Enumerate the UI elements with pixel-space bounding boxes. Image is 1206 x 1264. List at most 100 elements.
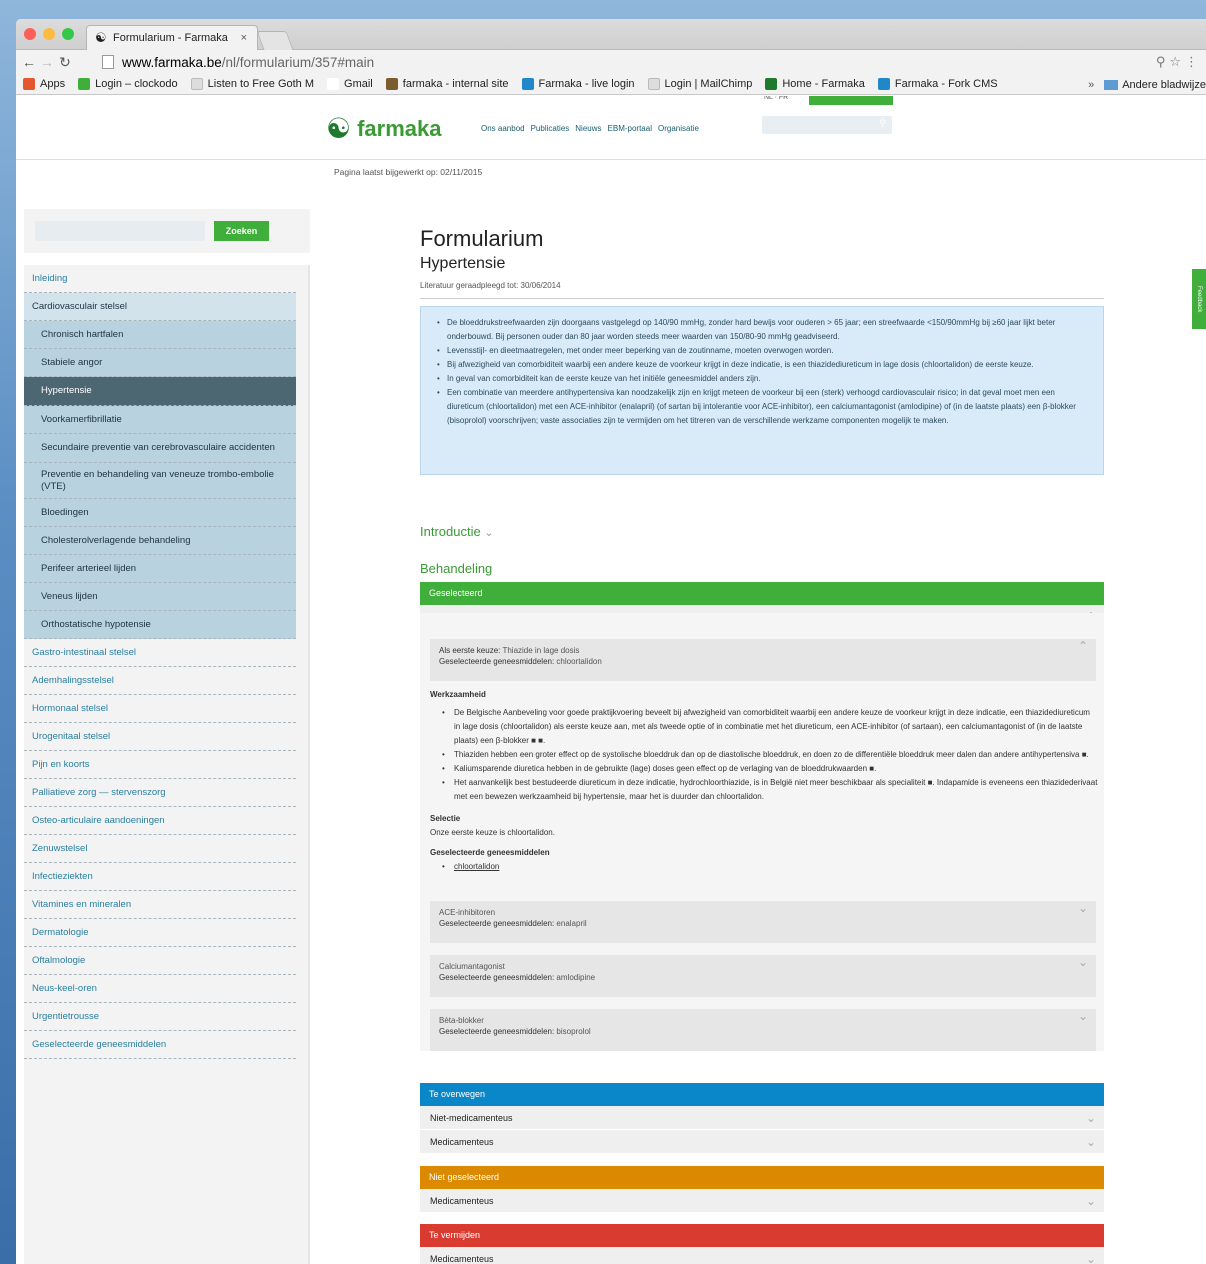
sidebar-item-label: Veneus lijden: [41, 590, 98, 602]
sidebar-item[interactable]: Bloedingen: [24, 499, 296, 527]
address-bar[interactable]: www.farmaka.be/nl/formularium/357#main ⚲…: [102, 52, 1206, 72]
tab-strip: ☯ Formularium - Farmaka ×: [16, 19, 1206, 50]
bookmark-item[interactable]: Apps: [23, 78, 65, 90]
option-box[interactable]: Bèta-blokker Geselecteerde geneesmiddelen…: [430, 1009, 1096, 1051]
sidebar-item[interactable]: Geselecteerde geneesmiddelen: [24, 1031, 296, 1059]
option-box[interactable]: Calciumantagonist Geselecteerde geneesmid…: [430, 955, 1096, 997]
more-bookmarks[interactable]: »: [1088, 79, 1094, 91]
bookmark-label: Login – clockodo: [95, 78, 178, 90]
sidebar-item[interactable]: Pijn en koorts: [24, 751, 296, 779]
bookmark-item[interactable]: Farmaka - live login: [521, 78, 635, 90]
sidebar-item[interactable]: Osteo-articulaire aandoeningen: [24, 807, 296, 835]
minimize-window-icon[interactable]: [43, 28, 55, 40]
sidebar-item-label: Ademhalingsstelsel: [32, 674, 114, 686]
medicamenteus-row[interactable]: Medicamenteus ⌄: [420, 1189, 1104, 1213]
sidebar-item[interactable]: Veneus lijden: [24, 583, 296, 611]
first-choice-value: Thiazide in lage dosis: [502, 646, 580, 655]
chevron-down-icon: ⌄: [1085, 1135, 1096, 1149]
sidebar-item[interactable]: Oftalmologie: [24, 947, 296, 975]
selectie-text: Onze eerste keuze is chloortalidon.: [430, 828, 555, 837]
summary-item: Bij afwezigheid van comorbiditeit waarbi…: [433, 358, 1093, 372]
bookmark-item[interactable]: Login – clockodo: [78, 78, 178, 90]
zoom-window-icon[interactable]: [62, 28, 74, 40]
nav-item[interactable]: Ons aanbod: [481, 124, 525, 133]
sidebar-search: Zoeken: [24, 209, 310, 253]
bookmark-label: Apps: [40, 78, 66, 90]
sidebar-item-label: Voorkamerfibrillatie: [41, 413, 122, 425]
bookmark-item[interactable]: Home - Farmaka: [765, 78, 865, 90]
back-arrow-icon[interactable]: ←: [20, 54, 38, 70]
sidebar-item-label: Neus-keel-oren: [32, 982, 97, 994]
selectie-title: Selectie: [430, 814, 461, 823]
sidebar-search-input[interactable]: [35, 221, 205, 241]
sidebar-item[interactable]: Inleiding: [24, 265, 296, 293]
sidebar-item[interactable]: Orthostatische hypotensie: [24, 611, 296, 639]
sidebar-item[interactable]: Hypertensie: [24, 377, 296, 406]
chevron-down-icon: ⌄: [484, 527, 494, 539]
sidebar-item[interactable]: Zenuwstelsel: [24, 835, 296, 863]
nav-item[interactable]: Organisatie: [658, 124, 699, 133]
option-drug: bisoprolol: [556, 1027, 591, 1036]
sidebar-item[interactable]: Cardiovasculair stelsel: [24, 293, 296, 321]
bookmark-item[interactable]: farmaka - internal site: [385, 78, 509, 90]
first-choice-drugs-label: Geselecteerde geneesmiddelen:: [439, 657, 555, 666]
bookmark-label: Farmaka - Fork CMS: [894, 78, 998, 90]
header-search-input[interactable]: ⚲: [762, 116, 892, 134]
introductie-toggle[interactable]: Introductie ⌄: [420, 524, 494, 539]
feedback-tab[interactable]: Feedback: [1192, 269, 1206, 329]
bookmark-item[interactable]: Login | MailChimp: [647, 78, 752, 90]
search-button[interactable]: Zoeken: [214, 221, 269, 241]
nav-item[interactable]: Nieuws: [575, 124, 601, 133]
nav-item[interactable]: Publicaties: [531, 124, 570, 133]
bookmark-item[interactable]: Gmail: [327, 78, 373, 90]
bookmark-item[interactable]: Listen to Free Goth M: [190, 78, 314, 90]
sidebar-item[interactable]: Stabiele angor: [24, 349, 296, 377]
bookmark-item[interactable]: Farmaka - Fork CMS: [877, 78, 998, 90]
niet-medicamenteus-row[interactable]: Niet-medicamenteus ⌄: [420, 1106, 1104, 1130]
farmaka-logo[interactable]: ☯ farmaka: [326, 112, 442, 145]
sidebar-item[interactable]: Chronisch hartfalen: [24, 321, 296, 349]
sidebar-item-label: Cholesterolverlagende behandeling: [41, 534, 191, 546]
sidebar-item[interactable]: Vitamines en mineralen: [24, 891, 296, 919]
sidebar-item[interactable]: Neus-keel-oren: [24, 975, 296, 1003]
option-drugs-line: Geselecteerde geneesmiddelen: enalapril: [439, 918, 1087, 929]
chevron-down-icon: ⌄: [1085, 1111, 1096, 1125]
sidebar-item[interactable]: Hormonaal stelsel: [24, 695, 296, 723]
new-tab-button[interactable]: [256, 31, 294, 50]
sidebar-item[interactable]: Perifeer arterieel lijden: [24, 555, 296, 583]
browser-tab[interactable]: ☯ Formularium - Farmaka ×: [86, 25, 258, 50]
header-login-button[interactable]: [809, 96, 893, 105]
medicamenteus-label: Medicamenteus: [430, 1137, 494, 1147]
sidebar-item[interactable]: Secundaire preventie van cerebrovasculai…: [24, 434, 296, 463]
forward-arrow-icon[interactable]: →: [38, 54, 56, 70]
sidebar-item[interactable]: Dermatologie: [24, 919, 296, 947]
nav-item[interactable]: EBM-portaal: [608, 124, 652, 133]
tab-close-icon[interactable]: ×: [241, 26, 247, 50]
selected-bar: Geselecteerd: [420, 582, 1104, 605]
zoom-star-menu-icons[interactable]: ⚲☆⋮: [1156, 54, 1202, 70]
medicamenteus-row[interactable]: Medicamenteus ⌄: [420, 1247, 1104, 1264]
medicamenteus-label: Medicamenteus: [430, 1196, 494, 1206]
sidebar-item[interactable]: Preventie en behandeling van veneuze tro…: [24, 463, 296, 499]
drug-link[interactable]: chloortalidon: [454, 862, 499, 871]
niet-geselecteerd-bar: Niet geselecteerd: [420, 1166, 1104, 1189]
option-box[interactable]: ACE-inhibitoren Geselecteerde geneesmidde…: [430, 901, 1096, 943]
sidebar-item[interactable]: Cholesterolverlagende behandeling: [24, 527, 296, 555]
werkzaamheid-section: Werkzaamheid De Belgische Aanbeveling vo…: [430, 688, 1098, 874]
sidebar-item[interactable]: Palliatieve zorg — stervenszorg: [24, 779, 296, 807]
sidebar-item[interactable]: Voorkamerfibrillatie: [24, 406, 296, 434]
sidebar-item[interactable]: Urogenitaal stelsel: [24, 723, 296, 751]
introductie-label: Introductie: [420, 524, 481, 539]
sidebar-item[interactable]: Ademhalingsstelsel: [24, 667, 296, 695]
sidebar-item[interactable]: Urgentietrousse: [24, 1003, 296, 1031]
medicamenteus-row[interactable]: Medicamenteus ⌄: [420, 1130, 1104, 1154]
sidebar-item[interactable]: Gastro-intestinaal stelsel: [24, 639, 296, 667]
header-lang[interactable]: NL · FR: [764, 96, 788, 101]
chevron-down-icon: ⌄: [1077, 1009, 1088, 1023]
sidebar-scrollbar[interactable]: [308, 265, 310, 1264]
sidebar-item[interactable]: Infectieziekten: [24, 863, 296, 891]
other-bookmarks[interactable]: Andere bladwijze: [1122, 79, 1206, 91]
first-choice-box[interactable]: Als eerste keuze: Thiazide in lage dosis…: [430, 639, 1096, 681]
reload-icon[interactable]: ↻: [56, 54, 74, 71]
close-window-icon[interactable]: [24, 28, 36, 40]
